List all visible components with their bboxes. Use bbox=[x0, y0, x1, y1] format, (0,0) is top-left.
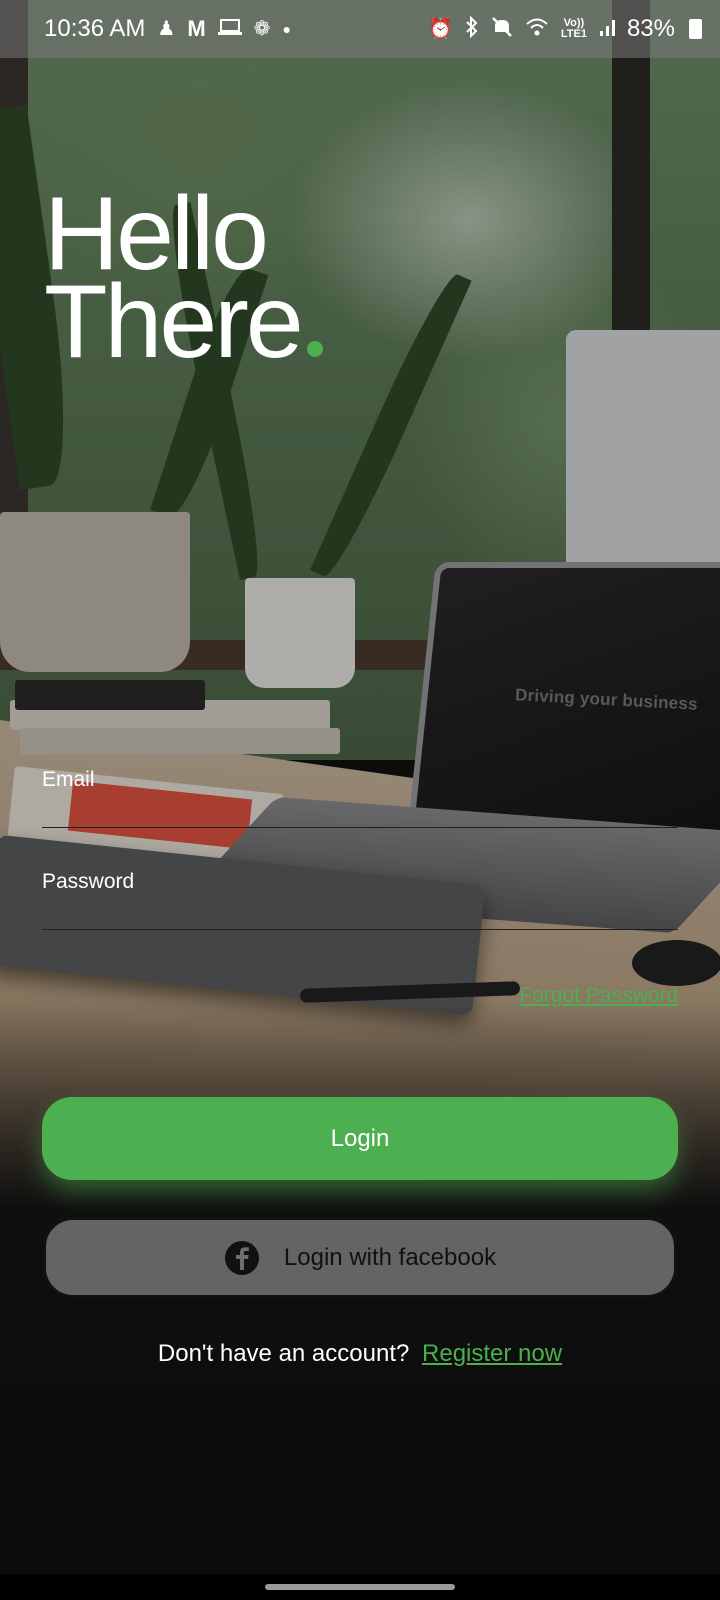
register-link[interactable]: Register now bbox=[422, 1340, 562, 1367]
register-row: Don't have an account? Register now bbox=[0, 1340, 720, 1368]
dot-icon: ● bbox=[282, 21, 291, 37]
login-button[interactable]: Login bbox=[42, 1097, 678, 1180]
forgot-password-link[interactable]: Forgot Password bbox=[519, 984, 678, 1008]
person-icon: ♟ bbox=[157, 18, 176, 40]
facebook-button-label: Login with facebook bbox=[283, 1243, 497, 1271]
password-label: Password bbox=[42, 870, 135, 893]
email-input[interactable] bbox=[42, 792, 678, 828]
title-line-2-wrap: There bbox=[44, 270, 323, 374]
status-right: ⏰ Vo)) LTE1 83% bbox=[428, 15, 702, 43]
password-field: Password bbox=[42, 870, 678, 930]
m-app-icon: Μ bbox=[187, 16, 206, 41]
home-gesture-pill[interactable] bbox=[265, 1584, 455, 1590]
network-type: Vo)) LTE1 bbox=[561, 18, 587, 40]
alarm-icon: ⏰ bbox=[427, 18, 453, 40]
signal-icon bbox=[599, 17, 615, 41]
fan-icon: ❁ bbox=[253, 18, 271, 40]
status-bar: 10:36 AM ♟ Μ ❁ ● ⏰ Vo)) LTE1 83% bbox=[0, 0, 720, 58]
laptop-icon bbox=[217, 18, 242, 40]
status-time: 10:36 AM bbox=[44, 15, 146, 42]
bluetooth-icon bbox=[465, 15, 479, 42]
battery-percent: 83% bbox=[626, 15, 675, 42]
email-label: Email bbox=[42, 768, 95, 791]
lte-label: LTE1 bbox=[560, 28, 587, 40]
battery-icon bbox=[689, 19, 702, 39]
email-field: Email bbox=[42, 768, 678, 828]
navigation-bar bbox=[0, 1574, 720, 1600]
wifi-icon bbox=[525, 17, 549, 41]
page-title: Hello There bbox=[44, 182, 323, 374]
accent-dot bbox=[306, 341, 323, 357]
register-prompt: Don't have an account? bbox=[157, 1340, 410, 1367]
mute-icon bbox=[491, 16, 513, 42]
password-input[interactable] bbox=[42, 894, 678, 930]
title-line-2: There bbox=[44, 264, 304, 380]
status-left: 10:36 AM ♟ Μ ❁ ● bbox=[44, 15, 291, 43]
facebook-icon bbox=[224, 1240, 260, 1276]
facebook-login-button[interactable]: Login with facebook bbox=[43, 1217, 677, 1298]
